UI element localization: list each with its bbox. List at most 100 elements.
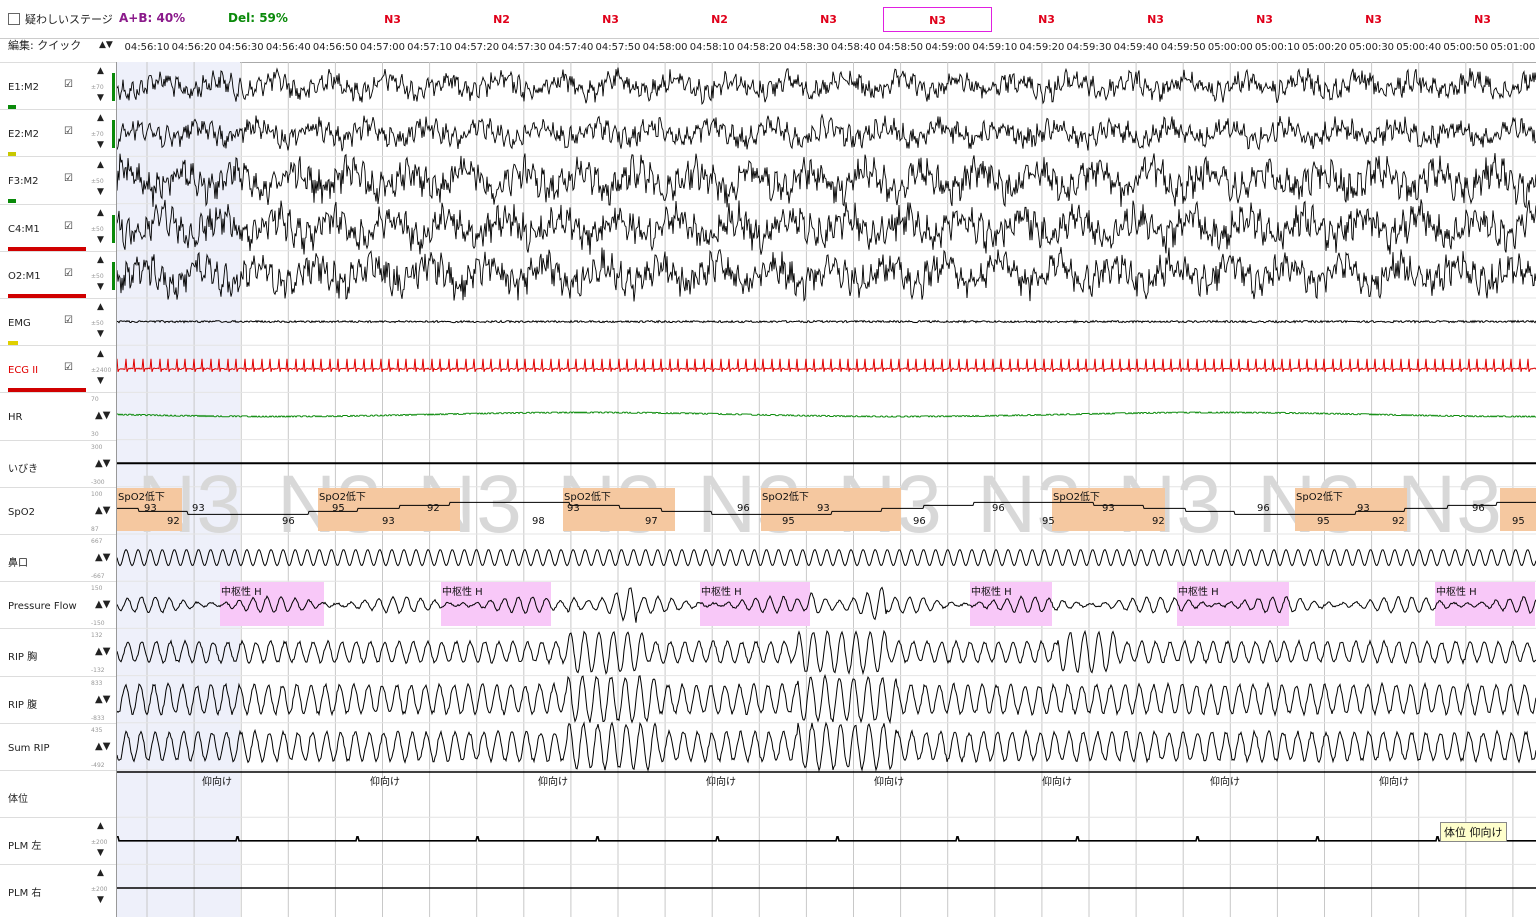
spo2-value: 98 [532,516,545,527]
time-tick: 04:56:20 [171,42,217,53]
spo2-value: 96 [992,503,1005,514]
epoch-stage-6[interactable]: N3 [992,7,1101,32]
channel-row-7[interactable]: HR 70 30 ▲▼ [0,392,116,440]
channel-scale-top: 70 [91,396,99,404]
gain-arrows-icon[interactable]: ▲▼ [95,410,110,421]
channel-row-4[interactable]: O2:M1 ☑ ▲ ▼ ±50 [0,250,116,299]
epoch-stage-5[interactable]: N3 [883,7,992,32]
trace-ECG-II [116,358,1537,372]
gain-up-icon[interactable]: ▲ [97,821,104,831]
time-tick: 04:58:10 [689,42,735,53]
gain-arrows-icon[interactable]: ▲▼ [95,552,110,563]
epoch-stage-4[interactable]: N3 [774,7,883,32]
channel-row-6[interactable]: ECG II ☑ ▲ ▼ ±2400 [0,345,116,393]
gain-down-icon[interactable]: ▼ [97,187,104,197]
epoch-stage-3[interactable]: N2 [665,7,774,32]
channel-row-11[interactable]: Pressure Flow 150 -150 ▲▼ [0,581,116,629]
gain-up-icon[interactable]: ▲ [97,66,104,76]
suspect-stage-label: 疑わしいステージ [25,13,113,26]
spo2-value: 96 [1472,503,1485,514]
checkbox-icon[interactable] [8,13,20,25]
channel-name: EMG [8,318,31,329]
gain-down-icon[interactable]: ▼ [97,282,104,292]
gain-down-icon[interactable]: ▼ [97,376,104,386]
channel-row-2[interactable]: F3:M2 ☑ ▲ ▼ ±50 [0,156,116,204]
edit-mode-label: 編集: クイック [8,39,82,52]
channel-scale: ±200 [91,886,108,894]
channel-row-3[interactable]: C4:M1 ☑ ▲ ▼ ±50 [0,203,116,252]
epoch-stage-1[interactable]: N2 [447,7,556,32]
channel-row-12[interactable]: RIP 胸 132 -132 ▲▼ [0,628,116,676]
gain-up-icon[interactable]: ▲ [97,302,104,312]
gain-up-icon[interactable]: ▲ [97,113,104,123]
channel-row-1[interactable]: E2:M2 ☑ ▲ ▼ ±70 [0,109,116,157]
gain-arrows-icon[interactable]: ▲▼ [95,599,110,610]
spo2-value: 92 [427,503,440,514]
gain-arrows-icon[interactable]: ▲▼ [95,505,110,516]
channel-visible-checkbox[interactable]: ☑ [64,126,73,137]
channel-visible-checkbox[interactable]: ☑ [64,315,73,326]
channel-visible-checkbox[interactable]: ☑ [64,362,73,373]
gain-down-icon[interactable]: ▼ [97,848,104,858]
channel-row-5[interactable]: EMG ☑ ▲ ▼ ±50 [0,298,116,346]
channel-visible-checkbox[interactable]: ☑ [64,268,73,279]
channel-visible-checkbox[interactable]: ☑ [64,221,73,232]
signal-plot[interactable]: N3N3N3N3N3N3N3N3N3N3SpO2低下SpO2低下SpO2低下Sp… [116,62,1537,917]
channel-name: RIP 腹 [8,699,38,711]
channel-row-15[interactable]: 体位 [0,770,116,818]
spo2-value: 96 [1257,503,1270,514]
gain-down-icon[interactable]: ▼ [97,93,104,103]
epoch-stage-7[interactable]: N3 [1101,7,1210,32]
trace-C4:M1 [116,199,1537,255]
gain-arrows-icon[interactable]: ▲▼ [95,694,110,705]
edit-mode-arrows[interactable]: ▲▼ [99,40,113,50]
channel-row-9[interactable]: SpO2 100 87 ▲▼ [0,486,116,535]
spo2-event-label: SpO2低下 [319,490,366,503]
epoch-stage-10[interactable]: N3 [1428,7,1537,32]
time-tick: 04:58:50 [878,42,924,53]
channel-scale: ±200 [91,839,108,847]
channel-row-13[interactable]: RIP 腹 833 -833 ▲▼ [0,675,116,724]
gain-up-icon[interactable]: ▲ [97,255,104,265]
epoch-stage-2[interactable]: N3 [556,7,665,32]
hypopnea-event-label: 中枢性 H [701,585,742,598]
channel-name: いびき [8,463,38,475]
gain-arrows-icon[interactable]: ▲▼ [95,741,110,752]
channel-visible-checkbox[interactable]: ☑ [64,173,73,184]
channel-name: PLM 右 [8,888,42,900]
gain-down-icon[interactable]: ▼ [97,140,104,150]
trace-Pressure-Flow [116,586,1537,623]
gain-up-icon[interactable]: ▲ [97,208,104,218]
gain-up-icon[interactable]: ▲ [97,868,104,878]
gain-down-icon[interactable]: ▼ [97,329,104,339]
epoch-stage-0[interactable]: N3 [338,7,447,32]
gain-arrows-icon[interactable]: ▲▼ [95,458,110,469]
channel-scale-top: 100 [91,490,103,498]
channel-row-16[interactable]: PLM 左 ±200 ▲ ▼ [0,817,116,865]
channel-row-14[interactable]: Sum RIP 435 -492 ▲▼ [0,722,116,771]
time-tick: 04:57:20 [454,42,500,53]
time-tick: 04:56:50 [312,42,358,53]
suspect-stage-toggle[interactable]: 疑わしいステージ [8,11,113,27]
channel-scale-top: 667 [91,538,103,545]
epoch-stage-9[interactable]: N3 [1319,7,1428,32]
trace-Sum-RIP [116,721,1537,773]
gain-up-icon[interactable]: ▲ [97,349,104,359]
gain-arrows-icon[interactable]: ▲▼ [95,646,110,657]
channel-row-17[interactable]: PLM 右 ±200 ▲ ▼ [0,864,116,912]
channel-row-0[interactable]: E1:M2 ☑ ▲ ▼ ±70 [0,62,116,110]
channel-scale-bottom: -300 [91,478,105,486]
channel-row-8[interactable]: いびき 300 -300 ▲▼ [0,439,116,488]
channel-row-10[interactable]: 鼻口 667 -667 ▲▼ [0,534,116,582]
gain-down-icon[interactable]: ▼ [97,895,104,905]
gain-up-icon[interactable]: ▲ [97,160,104,170]
epoch-stage-8[interactable]: N3 [1210,7,1319,32]
signal-canvas: N3N3N3N3N3N3N3N3N3N3SpO2低下SpO2低下SpO2低下Sp… [116,62,1537,917]
body-position-label: 仰向け [1210,775,1240,788]
channel-scale: ±50 [91,320,104,327]
gain-down-icon[interactable]: ▼ [97,235,104,245]
channel-list: E1:M2 ☑ ▲ ▼ ±70 E2:M2 ☑ ▲ ▼ ±70 F3:M2 ☑ ▲ ▼ ±50 C4:M1 ☑ ▲… [0,62,117,917]
channel-visible-checkbox[interactable]: ☑ [64,79,73,90]
spo2-event-label: SpO2低下 [564,490,611,503]
body-position-label: 仰向け [874,775,904,788]
